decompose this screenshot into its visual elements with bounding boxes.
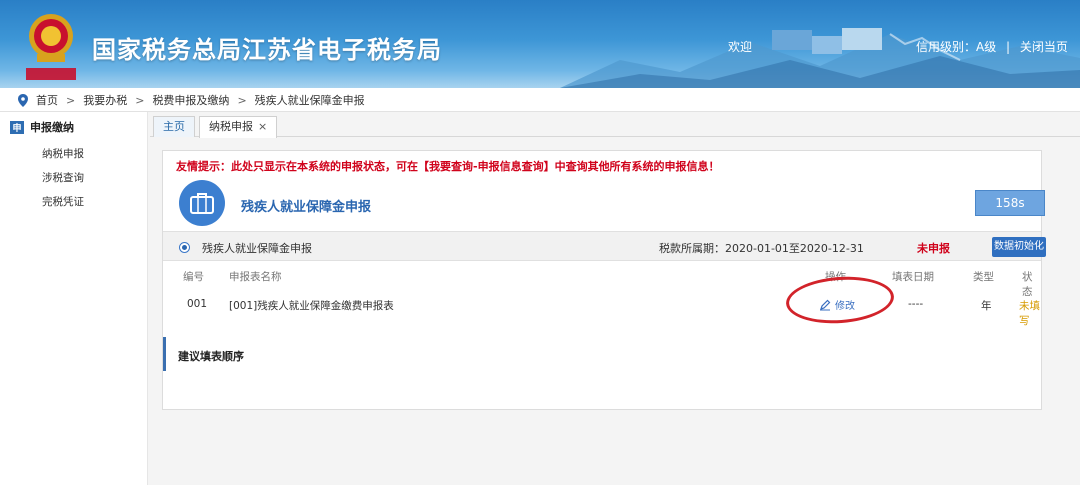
sidebar: 申 申报缴纳 纳税申报 涉税查询 完税凭证 bbox=[0, 112, 148, 485]
breadcrumb-separator: > bbox=[135, 93, 145, 107]
data-init-button[interactable]: 数据初始化 bbox=[992, 237, 1046, 257]
redacted-username bbox=[842, 28, 882, 50]
sidebar-item-tax-certificate[interactable]: 完税凭证 bbox=[0, 190, 147, 214]
location-pin-icon bbox=[18, 93, 28, 107]
section-title: 残疾人就业保障金申报 bbox=[241, 200, 372, 215]
column-header-type: 类型 bbox=[973, 271, 994, 283]
welcome-text: 欢迎 bbox=[728, 40, 753, 54]
redacted-username bbox=[812, 36, 842, 54]
sidebar-item-tax-declaration[interactable]: 纳税申报 bbox=[0, 142, 147, 166]
breadcrumb-home[interactable]: 首页 bbox=[36, 92, 58, 108]
credit-bar: 信用级别：A级 | 关闭当页 bbox=[916, 38, 1068, 55]
highlight-circle bbox=[784, 273, 896, 327]
declaration-panel: 友情提示：此处只显示在本系统的申报状态，可在【我要查询-申报信息查询】中查询其他… bbox=[162, 150, 1046, 410]
credit-level: 信用级别：A级 bbox=[916, 40, 997, 54]
sidebar-item-tax-query[interactable]: 涉税查询 bbox=[0, 166, 147, 190]
close-icon[interactable]: × bbox=[258, 120, 267, 133]
breadcrumb-separator: > bbox=[237, 93, 247, 107]
tab-label: 纳税申报 bbox=[209, 120, 253, 133]
declaration-row: 残疾人就业保障金申报 税款所属期：2020-01-01至2020-12-31 未… bbox=[163, 231, 1046, 261]
site-title: 国家税务总局江苏省电子税务局 bbox=[92, 36, 442, 64]
countdown-timer: 158s bbox=[975, 190, 1045, 216]
column-header-date: 填表日期 bbox=[892, 271, 934, 283]
section-header: 残疾人就业保障金申报 158s bbox=[163, 176, 1045, 230]
redacted-username bbox=[772, 30, 812, 50]
separator: | bbox=[1006, 40, 1011, 54]
breadcrumb: 首页 > 我要办税 > 税费申报及缴纳 > 残疾人就业保障金申报 bbox=[18, 92, 365, 108]
row-status: 未填写 bbox=[1019, 300, 1040, 327]
tax-emblem-logo bbox=[26, 14, 76, 80]
row-date: ---- bbox=[908, 298, 924, 310]
notice-text: 友情提示：此处只显示在本系统的申报状态，可在【我要查询-申报信息查询】中查询其他… bbox=[176, 160, 720, 173]
suggest-order-section: 建议填表顺序 bbox=[163, 337, 1041, 371]
breadcrumb-bar: 首页 > 我要办税 > 税费申报及缴纳 > 残疾人就业保障金申报 bbox=[0, 88, 1080, 112]
declaration-radio[interactable] bbox=[179, 242, 190, 253]
sidebar-heading-label: 申报缴纳 bbox=[30, 121, 74, 134]
row-type: 年 bbox=[981, 300, 992, 312]
tab-bar: 主页 纳税申报 × bbox=[150, 112, 1080, 138]
row-no: 001 bbox=[187, 298, 208, 310]
declare-icon: 申 bbox=[10, 120, 24, 134]
column-header-name: 申报表名称 bbox=[229, 271, 282, 283]
breadcrumb-tax[interactable]: 我要办税 bbox=[83, 92, 127, 108]
declaration-name: 残疾人就业保障金申报 bbox=[202, 242, 312, 255]
suggest-order-title: 建议填表顺序 bbox=[178, 350, 244, 363]
breadcrumb-separator: > bbox=[66, 93, 76, 107]
declaration-status: 未申报 bbox=[917, 242, 950, 255]
tab-tax-declaration[interactable]: 纳税申报 × bbox=[199, 116, 278, 138]
close-page-link[interactable]: 关闭当页 bbox=[1020, 40, 1068, 54]
row-form-name: [001]残疾人就业保障金缴费申报表 bbox=[229, 300, 394, 312]
sidebar-heading[interactable]: 申 申报缴纳 bbox=[0, 112, 147, 142]
column-header-no: 编号 bbox=[183, 271, 204, 283]
briefcase-icon bbox=[179, 180, 225, 226]
breadcrumb-declare[interactable]: 税费申报及缴纳 bbox=[152, 92, 229, 108]
column-header-status: 状态 bbox=[1022, 271, 1033, 298]
tab-home[interactable]: 主页 bbox=[153, 116, 195, 137]
tax-period: 税款所属期：2020-01-01至2020-12-31 bbox=[659, 242, 864, 255]
site-header: 国家税务总局江苏省电子税务局 欢迎 信用级别：A级 | 关闭当页 bbox=[0, 0, 1080, 88]
breadcrumb-current: 残疾人就业保障金申报 bbox=[254, 94, 365, 107]
